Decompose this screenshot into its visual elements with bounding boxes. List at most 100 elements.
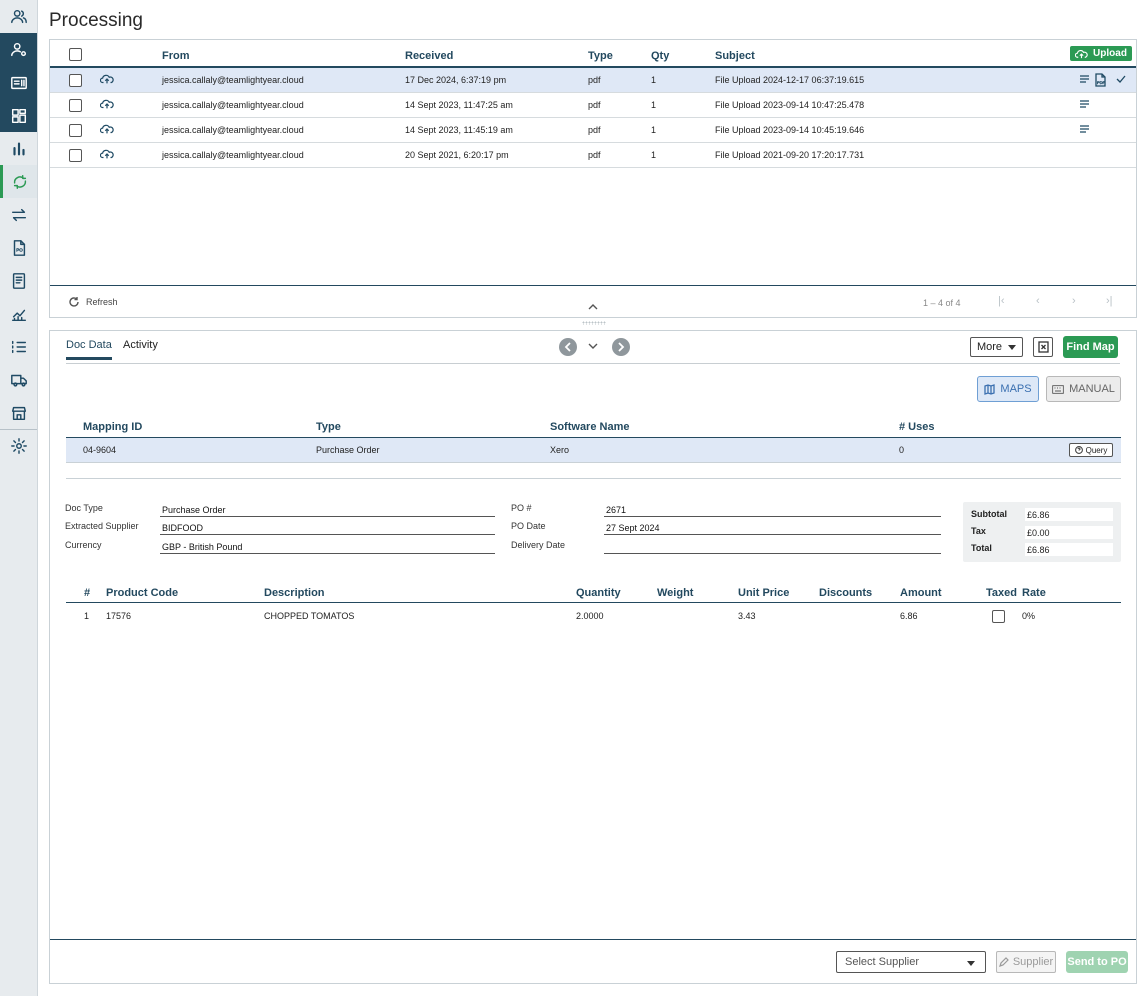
cell-from: jessica.callaly@teamlightyear.cloud xyxy=(162,150,304,160)
collapse-down-chevron-icon[interactable] xyxy=(588,337,598,355)
upload-button-label: Upload xyxy=(1093,48,1127,59)
row-checkbox[interactable] xyxy=(69,99,82,112)
send-to-po-button[interactable]: Send to PO xyxy=(1066,951,1128,973)
extracted-supplier-field[interactable]: BIDFOOD xyxy=(160,520,495,535)
sidebar-item-analytics[interactable] xyxy=(0,132,37,165)
column-header-unit-price: Unit Price xyxy=(738,587,790,599)
po-document-icon: PO xyxy=(13,239,25,256)
sidebar-item-user-settings[interactable] xyxy=(0,33,37,66)
previous-document-button[interactable] xyxy=(559,338,577,356)
column-header-number: # xyxy=(84,587,91,599)
manual-toggle-button[interactable]: MANUAL xyxy=(1046,376,1121,402)
row-checkbox[interactable] xyxy=(69,74,82,87)
next-page-icon[interactable]: › xyxy=(1072,295,1076,307)
help-circle-icon xyxy=(1074,446,1083,454)
line-chart-icon xyxy=(11,309,26,321)
tab-activity[interactable]: Activity xyxy=(123,339,158,357)
row-checkbox[interactable] xyxy=(69,124,82,137)
cell-received: 17 Dec 2024, 6:37:19 pm xyxy=(405,75,507,85)
po-number-field[interactable]: 2671 xyxy=(604,502,941,517)
next-document-button[interactable] xyxy=(612,338,630,356)
notes-icon[interactable] xyxy=(1079,74,1090,86)
mapping-row[interactable]: 04-9604 Purchase Order Xero 0 Query xyxy=(66,438,1121,463)
sidebar-item-processing[interactable] xyxy=(0,165,37,198)
settings-gear-icon xyxy=(10,437,27,454)
sidebar-item-invoices[interactable] xyxy=(0,264,37,297)
notes-icon[interactable] xyxy=(1079,99,1090,111)
line-item-row[interactable]: 1 17576 CHOPPED TOMATOS 2.0000 3.43 6.86… xyxy=(66,603,1121,627)
caret-down-icon xyxy=(1008,344,1017,350)
maps-label: MAPS xyxy=(1000,383,1032,395)
sidebar-item-settings[interactable] xyxy=(0,429,37,462)
po-date-field[interactable]: 27 Sept 2024 xyxy=(604,520,941,535)
sidebar-item-list[interactable] xyxy=(0,330,37,363)
cloud-upload-icon xyxy=(99,98,114,112)
section-divider xyxy=(66,478,1121,479)
totals-box: Subtotal £6.86 Tax £0.00 Total £6.86 xyxy=(963,502,1121,562)
item-taxed-checkbox[interactable] xyxy=(992,610,1005,623)
sidebar-item-transfers[interactable] xyxy=(0,198,37,231)
dashboard-grid-icon xyxy=(11,108,26,123)
item-product-code: 17576 xyxy=(106,611,132,621)
transfer-icon xyxy=(11,208,26,221)
column-header-amount: Amount xyxy=(900,587,942,599)
item-amount: 6.86 xyxy=(900,611,918,621)
sidebar-item-dashboard[interactable] xyxy=(0,99,37,132)
notes-icon[interactable] xyxy=(1079,124,1090,136)
upload-button[interactable]: Upload xyxy=(1070,46,1132,61)
users-icon xyxy=(10,9,27,23)
cell-type: pdf xyxy=(588,100,601,110)
cell-received: 14 Sept 2023, 11:45:19 am xyxy=(405,125,513,135)
mapping-id: 04-9604 xyxy=(83,445,117,455)
delivery-date-field[interactable] xyxy=(604,539,941,554)
first-page-icon[interactable]: |‹ xyxy=(998,295,1005,307)
export-excel-button[interactable] xyxy=(1033,337,1053,357)
sidebar-item-stores[interactable] xyxy=(0,396,37,429)
select-supplier-dropdown[interactable]: Select Supplier xyxy=(836,951,986,973)
column-header-qty[interactable]: Qty xyxy=(651,50,669,62)
sidebar-item-deliveries[interactable] xyxy=(0,363,37,396)
table-row[interactable]: jessica.callaly@teamlightyear.cloud 20 S… xyxy=(50,143,1136,168)
page-title: Processing xyxy=(49,10,143,31)
grid-footer: Refresh 1 – 4 of 4 |‹ ‹ › ›| xyxy=(50,285,1136,317)
sidebar-item-purchase-orders[interactable]: PO xyxy=(0,231,37,264)
column-header-weight: Weight xyxy=(657,587,694,599)
caret-down-icon xyxy=(967,961,975,966)
table-row[interactable]: jessica.callaly@teamlightyear.cloud 14 S… xyxy=(50,118,1136,143)
column-header-rate: Rate xyxy=(1022,587,1046,599)
sidebar-item-reports[interactable] xyxy=(0,297,37,330)
svg-text:PO: PO xyxy=(16,247,23,252)
column-header-mapping-id: Mapping ID xyxy=(83,421,143,433)
maps-toggle-button[interactable]: MAPS xyxy=(977,376,1039,402)
tab-doc-data[interactable]: Doc Data xyxy=(66,339,112,360)
select-all-checkbox[interactable] xyxy=(69,48,82,61)
panel-splitter-handle[interactable] xyxy=(582,321,606,325)
column-header-from[interactable]: From xyxy=(162,50,190,62)
cell-subject: File Upload 2023-09-14 10:45:19.646 xyxy=(715,125,865,135)
more-dropdown-button[interactable]: More xyxy=(970,337,1023,357)
bar-chart-icon xyxy=(12,142,25,155)
doc-type-label: Doc Type xyxy=(65,503,103,513)
find-map-button[interactable]: Find Map xyxy=(1063,336,1118,358)
last-page-icon[interactable]: ›| xyxy=(1106,295,1113,307)
column-header-received[interactable]: Received xyxy=(405,50,453,62)
table-row[interactable]: jessica.callaly@teamlightyear.cloud 14 S… xyxy=(50,93,1136,118)
sidebar-item-id-card[interactable] xyxy=(0,66,37,99)
pdf-file-icon[interactable]: PDF xyxy=(1095,73,1106,89)
refresh-button[interactable]: Refresh xyxy=(68,296,118,308)
row-checkbox[interactable] xyxy=(69,149,82,162)
cell-qty: 1 xyxy=(651,150,657,160)
doc-type-field[interactable]: Purchase Order xyxy=(160,502,495,517)
column-header-type[interactable]: Type xyxy=(588,50,613,62)
query-button[interactable]: Query xyxy=(1069,443,1113,457)
column-header-subject[interactable]: Subject xyxy=(715,50,755,62)
sidebar-item-users[interactable] xyxy=(0,0,37,33)
collapse-up-chevron-icon[interactable] xyxy=(588,298,598,316)
cell-from: jessica.callaly@teamlightyear.cloud xyxy=(162,75,304,85)
currency-field[interactable]: GBP - British Pound xyxy=(160,539,495,554)
column-header-uses: # Uses xyxy=(899,421,935,433)
prev-page-icon[interactable]: ‹ xyxy=(1036,295,1040,307)
table-row[interactable]: jessica.callaly@teamlightyear.cloud 17 D… xyxy=(50,68,1136,93)
excel-icon xyxy=(1037,341,1049,353)
edit-supplier-button[interactable]: Supplier xyxy=(996,951,1056,973)
